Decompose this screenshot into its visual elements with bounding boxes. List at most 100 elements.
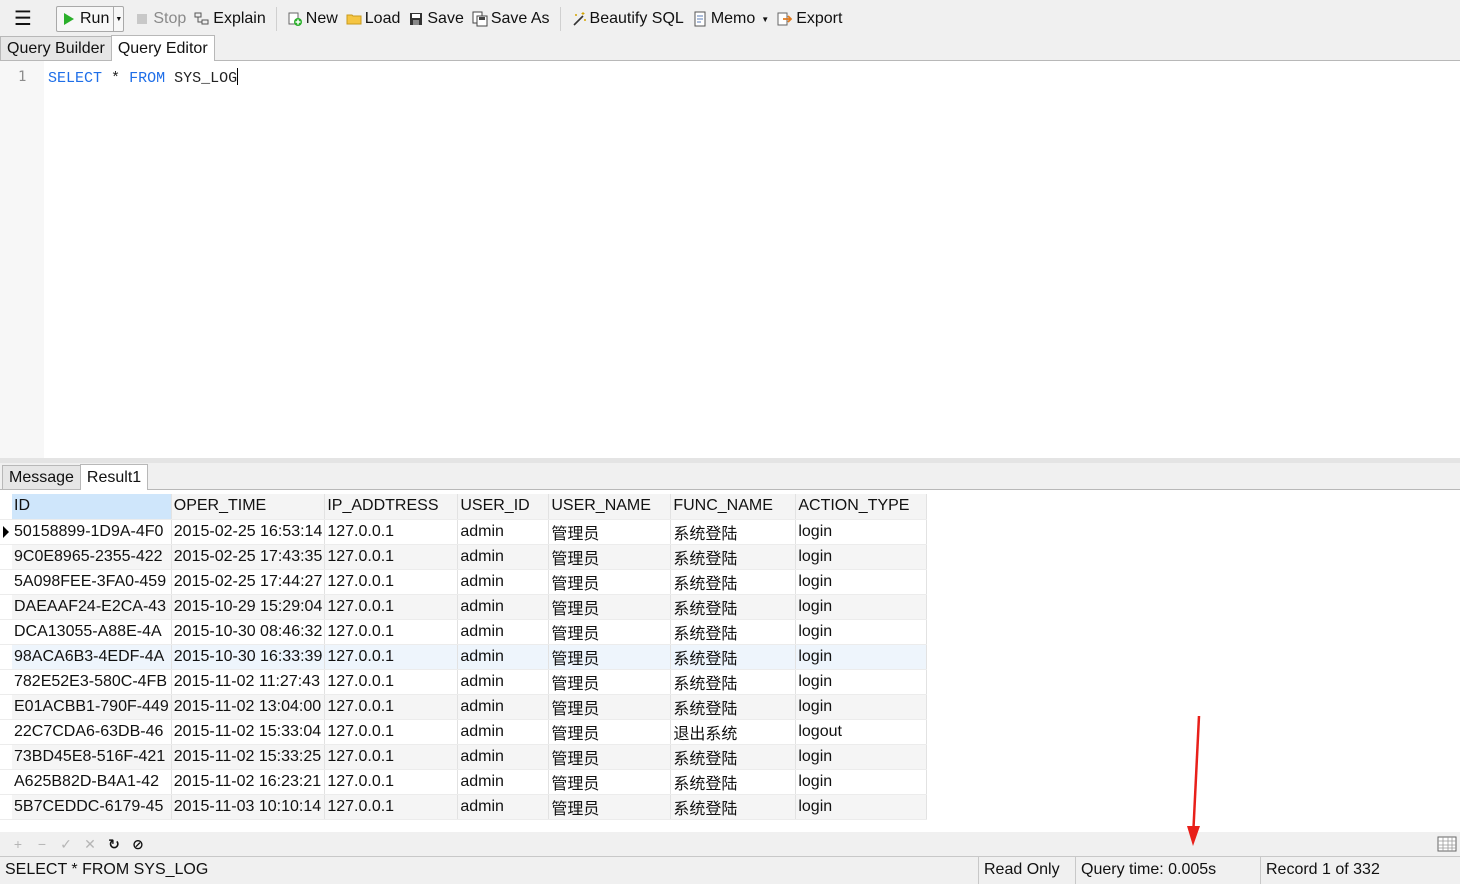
sql-editor[interactable]: 1 SELECT * FROM SYS_LOG: [0, 61, 1460, 458]
cell-oper-time[interactable]: 2015-11-02 16:23:21: [171, 769, 326, 795]
table-row[interactable]: DCA13055-A88E-4A 2015-10-30 08:46:32 127.0…: [0, 619, 928, 645]
row-indicator[interactable]: [0, 719, 12, 745]
cell-oper-time[interactable]: 2015-11-03 10:10:14: [171, 794, 326, 820]
cell-oper-time[interactable]: 2015-02-25 17:44:27: [171, 569, 326, 595]
explain-button[interactable]: Explain: [190, 6, 269, 32]
add-record-icon[interactable]: +: [6, 834, 30, 854]
cell-ip-address[interactable]: 127.0.0.1: [324, 744, 459, 770]
row-indicator[interactable]: [0, 619, 12, 645]
column-header-id[interactable]: ID: [12, 494, 172, 520]
refresh-icon[interactable]: ↻: [102, 834, 126, 854]
cell-action-type[interactable]: login: [795, 544, 928, 570]
cell-func-name[interactable]: 系统登陆: [670, 669, 797, 695]
table-row[interactable]: DAEAAF24-E2CA-43 2015-10-29 15:29:04 127.0…: [0, 594, 928, 620]
cell-user-name[interactable]: 管理员: [548, 744, 672, 770]
cell-ip-address[interactable]: 127.0.0.1: [324, 619, 459, 645]
run-dropdown-arrow-icon[interactable]: ▼: [113, 7, 123, 31]
cell-ip-address[interactable]: 127.0.0.1: [324, 569, 459, 595]
result-grid[interactable]: ID OPER_TIME IP_ADDTRESS USER_ID USER_NA…: [0, 494, 928, 820]
row-indicator[interactable]: [0, 519, 12, 545]
column-header-user-name[interactable]: USER_NAME: [548, 494, 672, 520]
cell-id[interactable]: 98ACA6B3-4EDF-4A: [12, 644, 172, 670]
cell-ip-address[interactable]: 127.0.0.1: [324, 794, 459, 820]
cell-user-id[interactable]: admin: [457, 719, 550, 745]
cell-user-id[interactable]: admin: [457, 594, 550, 620]
cell-user-name[interactable]: 管理员: [548, 719, 672, 745]
row-indicator[interactable]: [0, 594, 12, 620]
cell-oper-time[interactable]: 2015-11-02 13:04:00: [171, 694, 326, 720]
cell-id[interactable]: DAEAAF24-E2CA-43: [12, 594, 172, 620]
cell-user-name[interactable]: 管理员: [548, 694, 672, 720]
table-row[interactable]: 50158899-1D9A-4F0 2015-02-25 16:53:14 127.…: [0, 519, 928, 545]
apply-changes-icon[interactable]: ✓: [54, 834, 78, 854]
hamburger-menu-icon[interactable]: ☰: [10, 6, 32, 32]
cell-ip-address[interactable]: 127.0.0.1: [324, 694, 459, 720]
cell-action-type[interactable]: login: [795, 644, 928, 670]
cell-id[interactable]: 5B7CEDDC-6179-45: [12, 794, 172, 820]
cell-user-id[interactable]: admin: [457, 544, 550, 570]
stop-button[interactable]: Stop: [130, 6, 190, 32]
cell-ip-address[interactable]: 127.0.0.1: [324, 769, 459, 795]
cell-id[interactable]: 5A098FEE-3FA0-459: [12, 569, 172, 595]
memo-button[interactable]: Memo ▼: [688, 6, 773, 32]
tab-query-editor[interactable]: Query Editor: [110, 35, 215, 61]
table-row[interactable]: 22C7CDA6-63DB-46 2015-11-02 15:33:04 127.0…: [0, 719, 928, 745]
cell-id[interactable]: E01ACBB1-790F-449: [12, 694, 172, 720]
new-button[interactable]: New: [283, 6, 342, 32]
cell-oper-time[interactable]: 2015-10-30 08:46:32: [171, 619, 326, 645]
cell-func-name[interactable]: 系统登陆: [670, 744, 797, 770]
sql-code-line[interactable]: SELECT * FROM SYS_LOG: [48, 68, 239, 87]
cell-action-type[interactable]: login: [795, 744, 928, 770]
column-header-ip-address[interactable]: IP_ADDTRESS: [324, 494, 459, 520]
cell-action-type[interactable]: login: [795, 569, 928, 595]
table-row[interactable]: E01ACBB1-790F-449 2015-11-02 13:04:00 127.…: [0, 694, 928, 720]
table-row[interactable]: 5A098FEE-3FA0-459 2015-02-25 17:44:27 127.…: [0, 569, 928, 595]
cell-func-name[interactable]: 系统登陆: [670, 544, 797, 570]
row-indicator[interactable]: [0, 544, 12, 570]
cell-oper-time[interactable]: 2015-11-02 11:27:43: [171, 669, 326, 695]
cell-id[interactable]: 50158899-1D9A-4F0: [12, 519, 172, 545]
cell-ip-address[interactable]: 127.0.0.1: [324, 519, 459, 545]
cell-func-name[interactable]: 系统登陆: [670, 644, 797, 670]
cell-user-name[interactable]: 管理员: [548, 594, 672, 620]
tab-message[interactable]: Message: [2, 465, 81, 489]
cell-ip-address[interactable]: 127.0.0.1: [324, 594, 459, 620]
stop-loading-icon[interactable]: ⊘: [126, 834, 150, 854]
cell-action-type[interactable]: login: [795, 694, 928, 720]
cell-id[interactable]: 782E52E3-580C-4FB: [12, 669, 172, 695]
column-header-oper-time[interactable]: OPER_TIME: [171, 494, 326, 520]
row-indicator[interactable]: [0, 569, 12, 595]
table-row[interactable]: 98ACA6B3-4EDF-4A 2015-10-30 16:33:39 127.0…: [0, 644, 928, 670]
cell-func-name[interactable]: 系统登陆: [670, 694, 797, 720]
cell-func-name[interactable]: 退出系统: [670, 719, 797, 745]
cell-user-name[interactable]: 管理员: [548, 544, 672, 570]
table-row[interactable]: A625B82D-B4A1-42 2015-11-02 16:23:21 127.0…: [0, 769, 928, 795]
cell-user-name[interactable]: 管理员: [548, 669, 672, 695]
column-header-func-name[interactable]: FUNC_NAME: [670, 494, 797, 520]
cell-user-id[interactable]: admin: [457, 694, 550, 720]
cell-id[interactable]: 73BD45E8-516F-421: [12, 744, 172, 770]
cell-user-name[interactable]: 管理员: [548, 619, 672, 645]
memo-dropdown-arrow-icon[interactable]: ▼: [761, 15, 769, 24]
cell-oper-time[interactable]: 2015-02-25 16:53:14: [171, 519, 326, 545]
discard-changes-icon[interactable]: ✕: [78, 834, 102, 854]
row-indicator[interactable]: [0, 669, 12, 695]
cell-user-name[interactable]: 管理员: [548, 769, 672, 795]
column-header-action-type[interactable]: ACTION_TYPE: [795, 494, 928, 520]
table-row[interactable]: 73BD45E8-516F-421 2015-11-02 15:33:25 127.…: [0, 744, 928, 770]
run-button[interactable]: Run: [57, 6, 113, 32]
save-button[interactable]: Save: [404, 6, 467, 32]
cell-user-id[interactable]: admin: [457, 644, 550, 670]
cell-user-id[interactable]: admin: [457, 569, 550, 595]
cell-func-name[interactable]: 系统登陆: [670, 769, 797, 795]
cell-func-name[interactable]: 系统登陆: [670, 794, 797, 820]
cell-oper-time[interactable]: 2015-02-25 17:43:35: [171, 544, 326, 570]
cell-user-id[interactable]: admin: [457, 744, 550, 770]
cell-oper-time[interactable]: 2015-11-02 15:33:25: [171, 744, 326, 770]
cell-ip-address[interactable]: 127.0.0.1: [324, 719, 459, 745]
cell-id[interactable]: A625B82D-B4A1-42: [12, 769, 172, 795]
cell-action-type[interactable]: login: [795, 519, 928, 545]
save-as-button[interactable]: Save As: [468, 6, 554, 32]
cell-action-type[interactable]: logout: [795, 719, 928, 745]
row-indicator[interactable]: [0, 769, 12, 795]
